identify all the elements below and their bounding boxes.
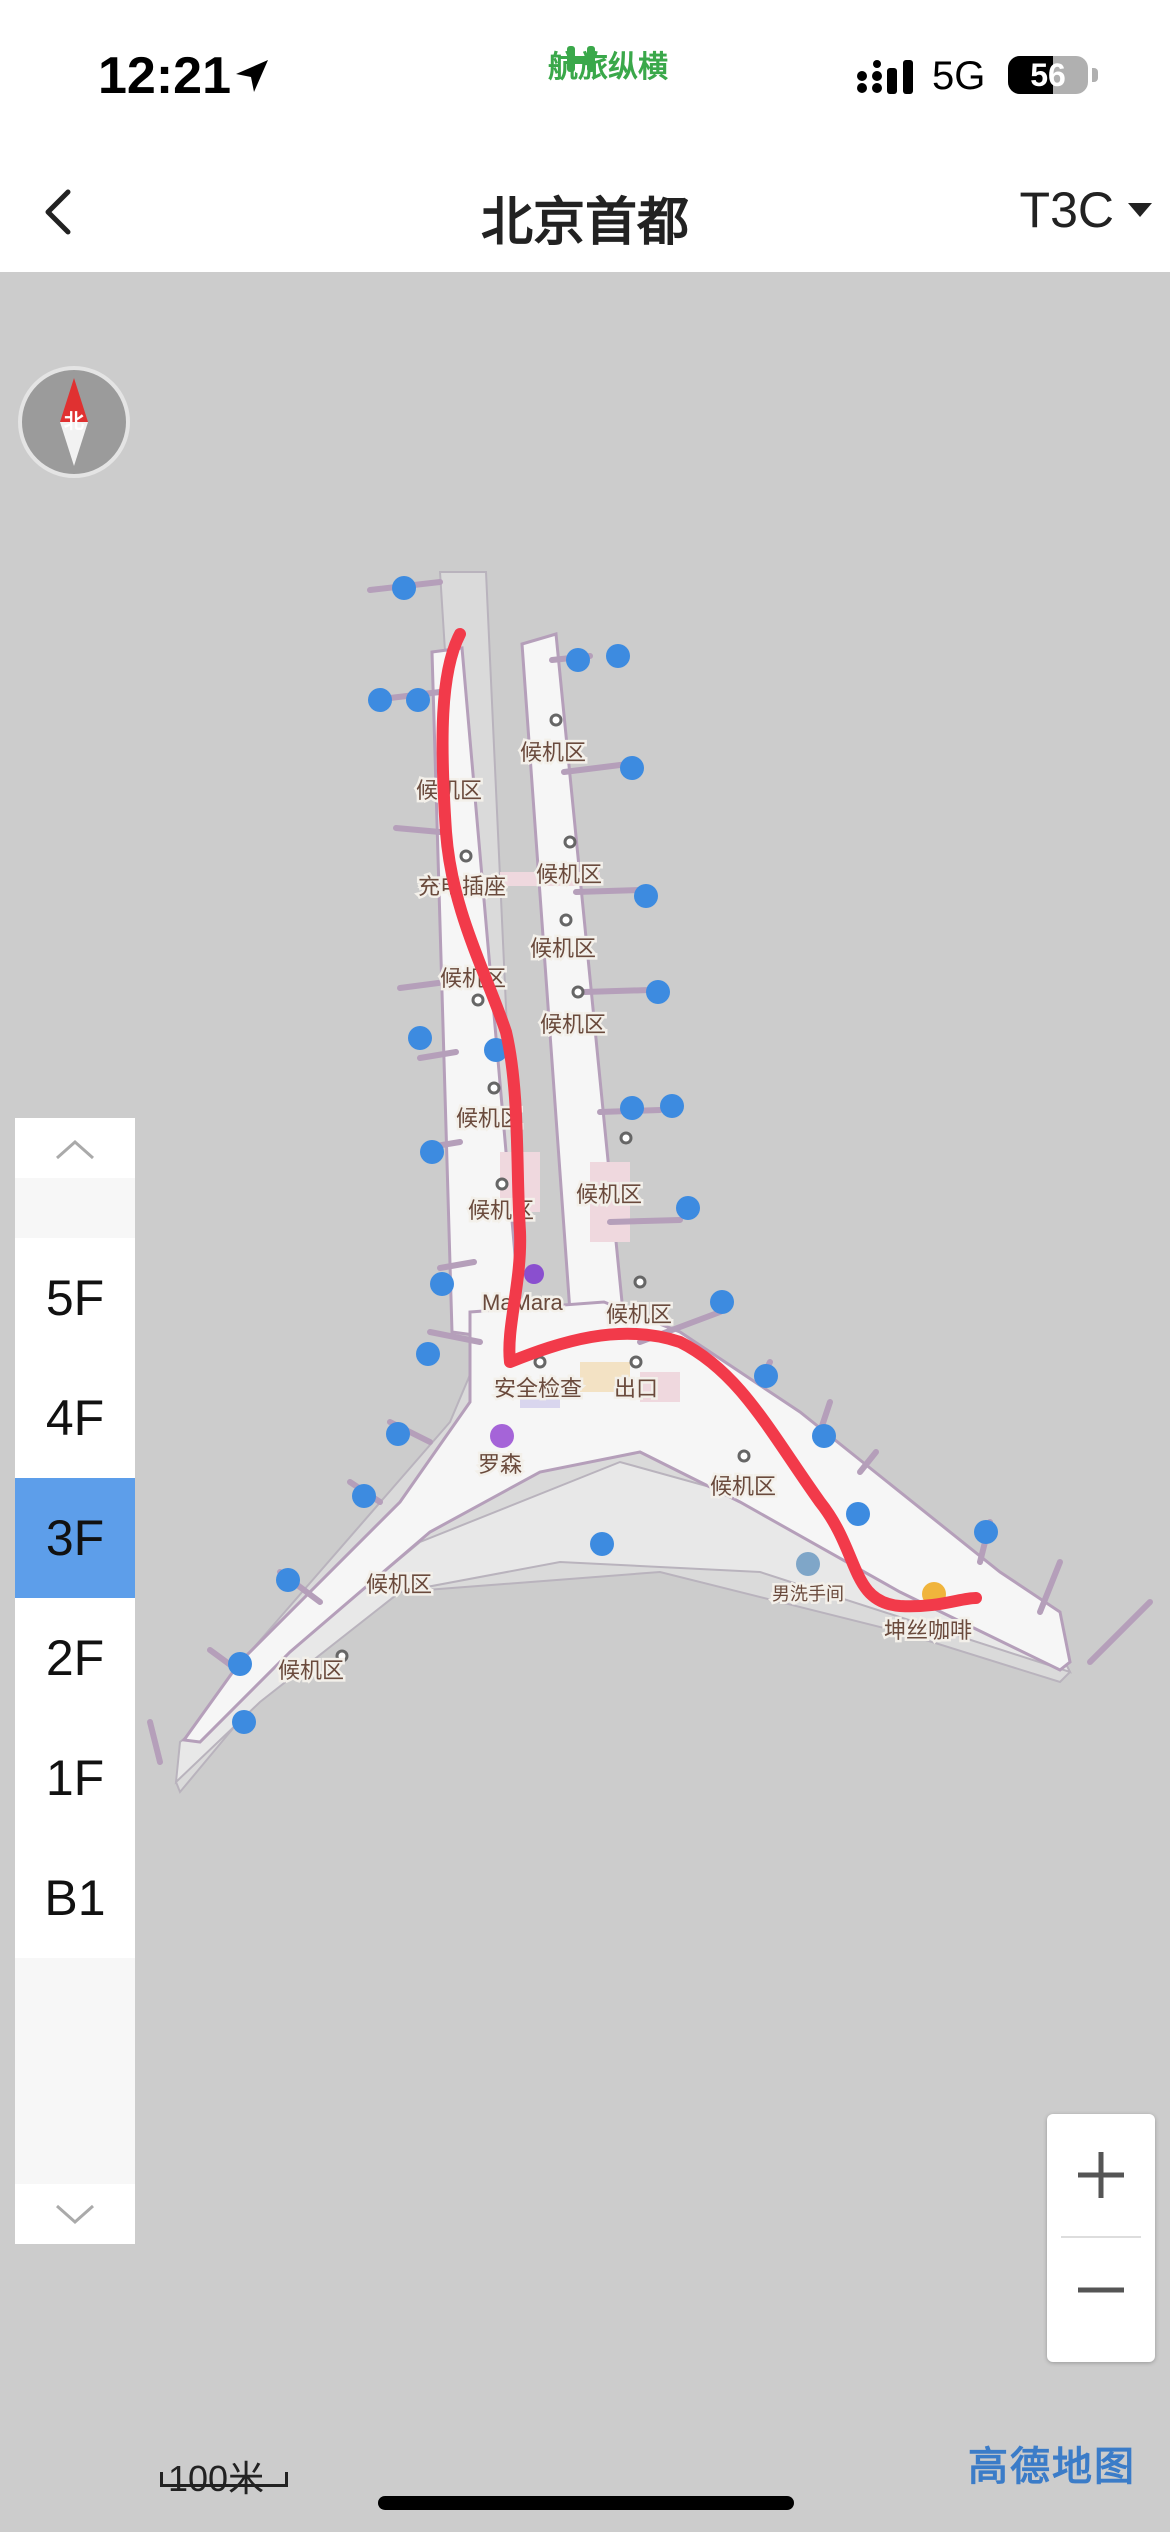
compass-north-label: 北: [64, 410, 84, 433]
label-restroom: 男洗手间: [772, 1584, 844, 1604]
plus-icon: [1078, 2152, 1124, 2198]
floor-option-1f[interactable]: 1F: [15, 1718, 135, 1838]
caret-down-icon: [1128, 203, 1152, 217]
floor-option-3f[interactable]: 3F: [15, 1478, 135, 1598]
navigation-bar: 北京首都 T3C: [0, 150, 1170, 273]
compass-button[interactable]: 北: [18, 366, 130, 478]
label-waiting-area: 候机区: [536, 862, 602, 887]
label-waiting-area: 候机区: [520, 740, 586, 765]
label-waiting-area: 候机区: [366, 1572, 432, 1597]
battery-nub: [1092, 68, 1098, 82]
label-rosen: 罗森: [478, 1452, 522, 1477]
zoom-in-button[interactable]: [1047, 2114, 1155, 2236]
battery-level-text: 56: [1030, 57, 1066, 93]
label-cafe: 坤丝咖啡: [884, 1618, 972, 1643]
floor-option-4f[interactable]: 4F: [15, 1358, 135, 1478]
map-scale: 100米: [160, 2450, 288, 2499]
amap-logo: 高德地图: [968, 2445, 1136, 2489]
network-type: 5G: [932, 54, 986, 98]
label-waiting-area: 候机区: [710, 1474, 776, 1499]
label-waiting-area: 候机区: [440, 966, 506, 991]
zoom-out-button[interactable]: [1047, 2240, 1155, 2362]
zoom-controls: [1047, 2114, 1155, 2362]
label-waiting-area: 候机区: [530, 936, 596, 961]
label-waiting-area: 候机区: [576, 1182, 642, 1207]
floor-option-5f[interactable]: 5F: [15, 1238, 135, 1358]
label-mamara: MaMara: [482, 1290, 563, 1315]
label-waiting-area: 候机区: [540, 1012, 606, 1037]
scale-line: [160, 2472, 288, 2487]
terminal-floor-plan[interactable]: 候机区 候机区 充电插座 候机区 候机区 候机区 候机区 候机区 候机区 候机区…: [0, 272, 1170, 2532]
minus-icon: [1078, 2287, 1124, 2293]
carrier-name: 航旅纵横: [548, 51, 668, 84]
label-waiting-area: 候机区: [606, 1302, 672, 1327]
home-indicator: [378, 2496, 794, 2510]
floor-scroll-down-button[interactable]: [15, 2184, 135, 2244]
chevron-up-icon: [56, 1139, 94, 1160]
floor-option-2f[interactable]: 2F: [15, 1598, 135, 1718]
north-compass-icon: 北: [60, 378, 88, 466]
terminal-selector[interactable]: T3C: [1020, 180, 1154, 240]
label-security: 安全检查: [494, 1376, 582, 1401]
floor-selector: 5F 4F 3F 2F 1F B1: [15, 1118, 135, 2244]
location-arrow-icon: [236, 60, 268, 92]
chevron-down-icon: [56, 2204, 94, 2225]
page-title: 北京首都: [480, 194, 689, 252]
status-bar: 12:21 航旅纵横 5G 56: [0, 0, 1170, 150]
indoor-map[interactable]: 候机区 候机区 充电插座 候机区 候机区 候机区 候机区 候机区 候机区 候机区…: [0, 272, 1170, 2532]
cellular-signal-icon: [857, 60, 913, 94]
label-exit: 出口: [614, 1376, 658, 1401]
battery-icon: 56: [1008, 56, 1088, 94]
label-waiting-area: 候机区: [278, 1658, 344, 1683]
floor-option-b1[interactable]: B1: [15, 1838, 135, 1958]
zoom-divider: [1061, 2236, 1141, 2238]
terminal-label: T3C: [1019, 182, 1114, 238]
floor-scroll-up-button[interactable]: [15, 1118, 135, 1178]
status-time: 12:21: [98, 47, 231, 105]
